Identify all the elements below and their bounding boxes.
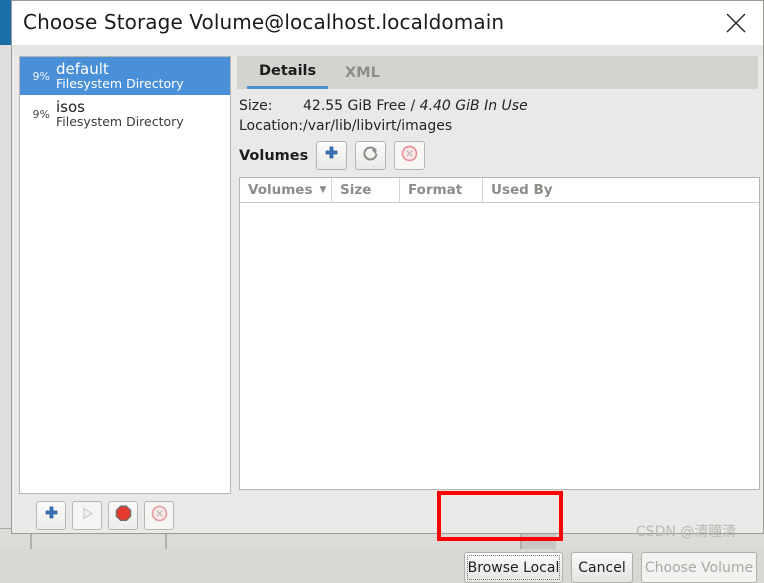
location-value: /var/lib/libvirt/images [303,118,453,134]
delete-pool-button[interactable] [144,501,174,530]
volumes-table[interactable]: Volumes ▼ Size Format Used By [239,177,760,490]
play-icon [80,506,95,525]
pool-usage-meter: 9% [32,107,50,121]
tab-xml[interactable]: XML [333,56,392,89]
stop-icon [115,505,132,526]
pool-name: isos [56,98,85,116]
background-window-titlebar-blue [0,0,11,45]
refresh-icon [362,145,379,166]
size-value: 42.55 GiB Free / 4.40 GiB In Use [303,98,528,114]
size-free-text: 42.55 GiB Free [303,98,407,114]
volumes-toolbar: Volumes [239,141,426,170]
delete-circle-icon [401,145,418,166]
plus-icon [44,506,59,525]
column-header-format[interactable]: Format [400,178,483,202]
volumes-section-label: Volumes [239,147,309,164]
start-pool-button[interactable] [72,501,102,530]
size-inuse-text: 4.40 GiB In Use [419,98,528,114]
list-item[interactable]: 9% default Filesystem Directory [20,57,230,95]
chevron-down-icon: ▼ [319,185,327,195]
size-label: Size: [239,98,273,114]
delete-circle-icon [151,505,168,526]
dialog-titlebar: Choose Storage Volume@localhost.localdom… [12,1,763,46]
delete-volume-button[interactable] [394,141,426,170]
choose-storage-volume-dialog: Choose Storage Volume@localhost.localdom… [11,0,764,583]
new-volume-button[interactable] [316,141,348,170]
pool-usage-meter: 9% [32,69,50,83]
column-label: Volumes [248,182,313,198]
taskbar-item[interactable] [522,533,556,549]
column-label: Format [408,182,463,198]
close-icon[interactable] [713,1,759,45]
size-separator: / [406,98,420,114]
column-header-volumes[interactable]: Volumes ▼ [240,178,332,202]
column-header-size[interactable]: Size [332,178,400,202]
titlebar-separator [12,46,763,56]
column-header-used-by[interactable]: Used By [483,178,759,202]
cancel-label: Cancel [578,559,626,576]
column-label: Size [340,182,372,198]
pool-type: Filesystem Directory [56,114,184,130]
dialog-title: Choose Storage Volume@localhost.localdom… [23,10,505,34]
focus-ring [467,555,560,580]
cancel-button[interactable]: Cancel [571,552,633,583]
volumes-table-header: Volumes ▼ Size Format Used By [240,178,759,203]
pool-details-panel: Details XML Size: 42.55 GiB Free / 4.40 … [237,56,760,494]
dialog-body: 9% default Filesystem Directory 9% isos … [12,56,763,583]
choose-volume-button[interactable]: Choose Volume [641,552,757,583]
location-label: Location: [239,118,303,134]
details-tabbar: Details XML [237,56,758,90]
list-item[interactable]: 9% isos Filesystem Directory [20,95,230,133]
add-pool-button[interactable] [36,501,66,530]
tab-details[interactable]: Details [247,56,329,89]
choose-volume-label: Choose Volume [644,559,754,576]
pool-type: Filesystem Directory [56,76,184,92]
storage-pool-list[interactable]: 9% default Filesystem Directory 9% isos … [19,56,231,494]
pool-toolbar [36,501,174,530]
plus-icon [324,146,339,165]
column-label: Used By [491,182,553,198]
pool-name: default [56,60,109,78]
details-content: Size: 42.55 GiB Free / 4.40 GiB In Use L… [237,89,760,494]
volumes-table-body[interactable] [240,203,759,489]
browse-local-button[interactable]: Browse Local [464,552,563,583]
stop-pool-button[interactable] [108,501,138,530]
refresh-volumes-button[interactable] [355,141,387,170]
